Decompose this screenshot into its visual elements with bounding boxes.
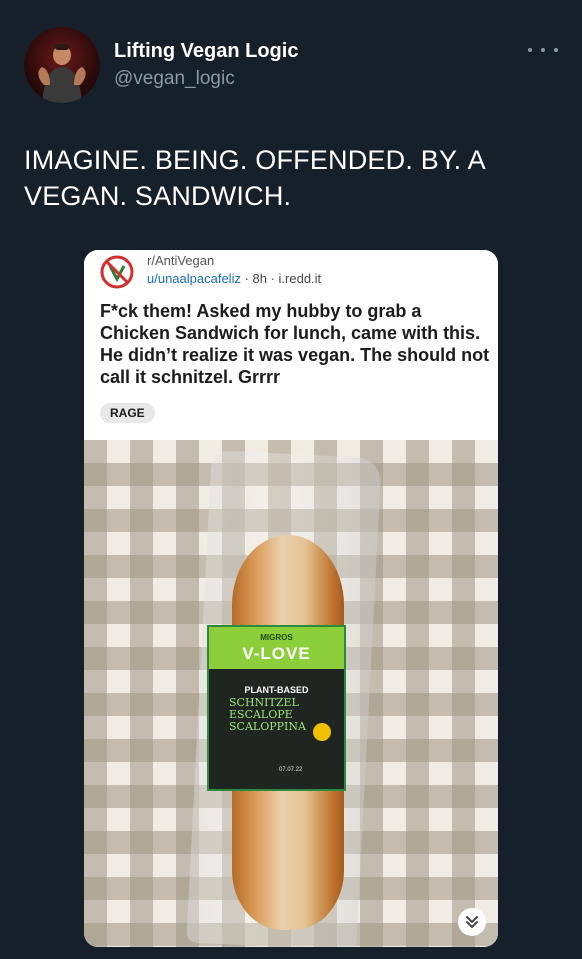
post-time-source: · 8h · i.redd.it [240, 271, 322, 286]
avatar[interactable] [24, 27, 100, 103]
label-date: 07.07.22 [279, 767, 303, 773]
subreddit-name: r/AntiVegan [147, 253, 215, 268]
label-subtitle: PLANT-BASED [244, 685, 309, 695]
product-label: MIGROS V-LOVE PLANT-BASED SCHNITZEL ESCA… [207, 625, 346, 791]
post-title: F*ck them! Asked my hubby to grab a Chic… [100, 301, 490, 387]
more-options-icon[interactable] [528, 38, 558, 62]
embedded-post-image[interactable]: r/AntiVegan u/unaalpacafeliz · 8h · i.re… [84, 250, 498, 947]
author-handle[interactable]: @vegan_logic [114, 68, 235, 90]
post-flair: RAGE [100, 403, 155, 423]
chevron-double-down-icon[interactable] [458, 908, 486, 936]
vegan-badge-icon [313, 723, 331, 741]
antivegan-subreddit-icon [99, 254, 135, 290]
tweet-text: IMAGINE. BEING. OFFENDED. BY. A VEGAN. S… [24, 145, 485, 211]
label-product: SCHNITZEL ESCALOPE SCALOPPINA [229, 696, 306, 733]
post-author: u/unaalpacafeliz [147, 271, 241, 286]
label-brand: MIGROS [260, 633, 293, 642]
post-meta: u/unaalpacafeliz · 8h · i.redd.it [147, 271, 321, 286]
author-name[interactable]: Lifting Vegan Logic [114, 40, 298, 63]
post-header: r/AntiVegan u/unaalpacafeliz · 8h · i.re… [84, 250, 498, 440]
sandwich-photo: MIGROS V-LOVE PLANT-BASED SCHNITZEL ESCA… [84, 440, 498, 947]
label-logo: V-LOVE [242, 644, 311, 663]
